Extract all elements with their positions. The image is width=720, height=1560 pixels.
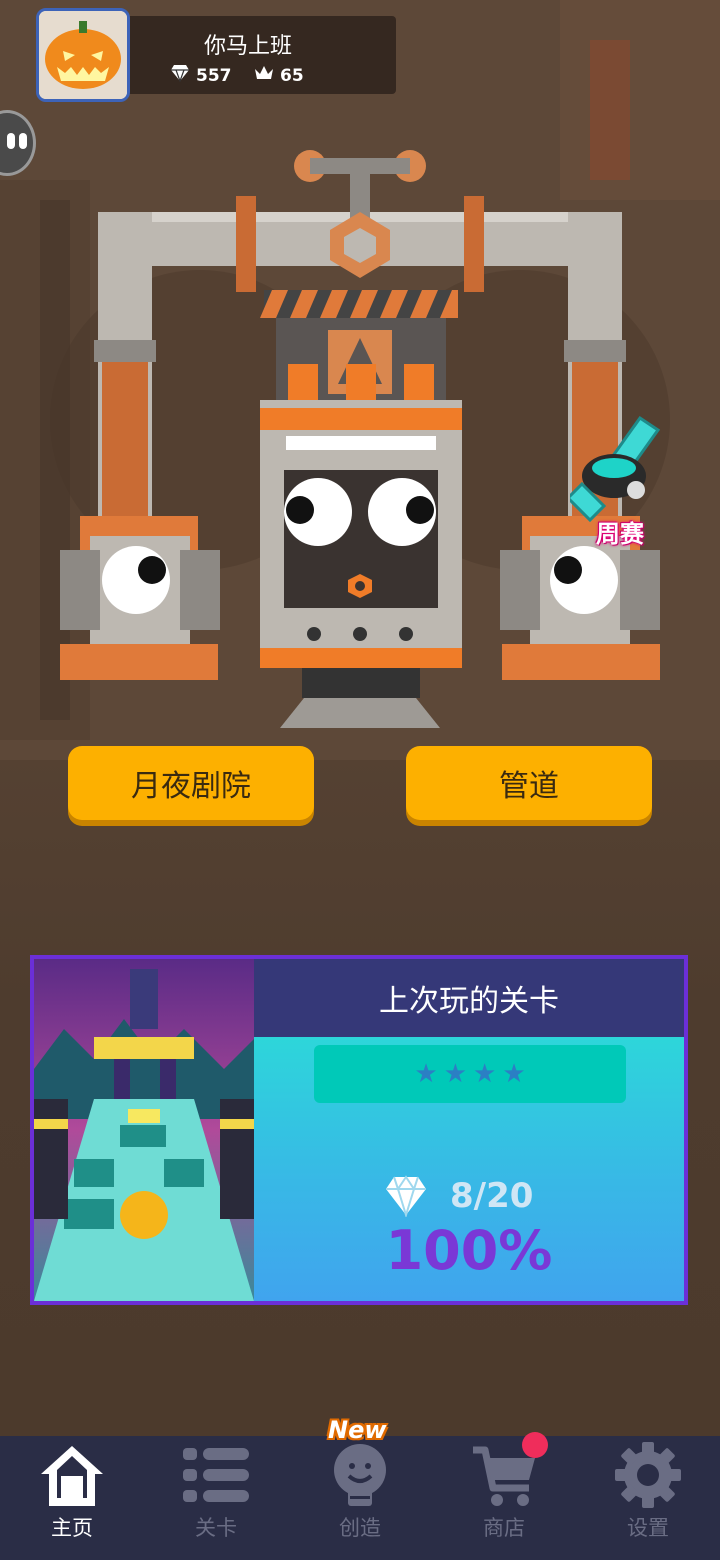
list-icon xyxy=(183,1448,249,1502)
crown-icon xyxy=(254,64,274,87)
gem-count: 8/20 xyxy=(450,1176,534,1216)
level-button-left[interactable]: 月夜剧院 xyxy=(68,746,314,820)
avatar[interactable] xyxy=(36,8,130,102)
gem-progress: 8/20 xyxy=(384,1175,533,1217)
star-icon: ★ xyxy=(473,1059,497,1089)
nav-label: 主页 xyxy=(51,1516,93,1540)
nav-label: 创造 xyxy=(339,1516,381,1540)
tab-eye-left xyxy=(7,133,15,149)
card-title: 上次玩的关卡 xyxy=(254,959,684,1037)
background-scene: 你马上班 557 65 周赛 月夜剧院 管道 上次玩的关卡 ★ ★ ★ ★ 8/… xyxy=(0,0,720,1440)
nav-label: 关卡 xyxy=(195,1516,237,1540)
star-icon: ★ xyxy=(414,1059,438,1089)
nav-item-settings[interactable]: 设置 xyxy=(576,1436,720,1560)
nav-item-create[interactable]: New 创造 xyxy=(288,1416,432,1560)
nav-item-shop[interactable]: 商店 xyxy=(432,1432,576,1560)
nav-item-levels[interactable]: 关卡 xyxy=(144,1436,288,1560)
weekly-contest-label[interactable]: 周赛 xyxy=(596,514,644,549)
star-rating: ★ ★ ★ ★ xyxy=(314,1045,626,1103)
diamond-icon xyxy=(386,1175,426,1217)
level-button-right[interactable]: 管道 xyxy=(406,746,652,820)
nav-item-home[interactable]: 主页 xyxy=(0,1436,144,1560)
notification-dot xyxy=(522,1432,548,1458)
username: 你马上班 xyxy=(204,34,293,59)
nav-label: 商店 xyxy=(483,1516,525,1540)
home-icon xyxy=(41,1446,103,1506)
completion-percent: 100% xyxy=(385,1219,553,1282)
level-thumbnail xyxy=(34,959,254,1301)
last-played-card[interactable]: 上次玩的关卡 ★ ★ ★ ★ 8/20 100% xyxy=(30,955,688,1305)
crown-count: 65 xyxy=(280,65,304,86)
star-icon: ★ xyxy=(502,1059,526,1089)
gear-icon xyxy=(615,1442,681,1508)
lightbulb-icon xyxy=(334,1444,386,1506)
crown-stat: 65 xyxy=(254,64,304,87)
bottom-nav: 主页 关卡 New 创造 商店 设置 xyxy=(0,1416,720,1560)
pumpkin-avatar-icon xyxy=(39,11,127,99)
gem-stat: 557 xyxy=(170,64,232,87)
tab-eye-right xyxy=(19,133,27,149)
player-profile[interactable]: 你马上班 557 65 xyxy=(36,8,396,104)
star-icon: ★ xyxy=(443,1059,467,1089)
new-badge: New xyxy=(328,1416,387,1444)
card-body: ★ ★ ★ ★ 8/20 100% xyxy=(254,1037,684,1301)
diamond-icon xyxy=(170,64,190,87)
nav-label: 设置 xyxy=(627,1516,669,1540)
gem-count: 557 xyxy=(196,65,232,86)
